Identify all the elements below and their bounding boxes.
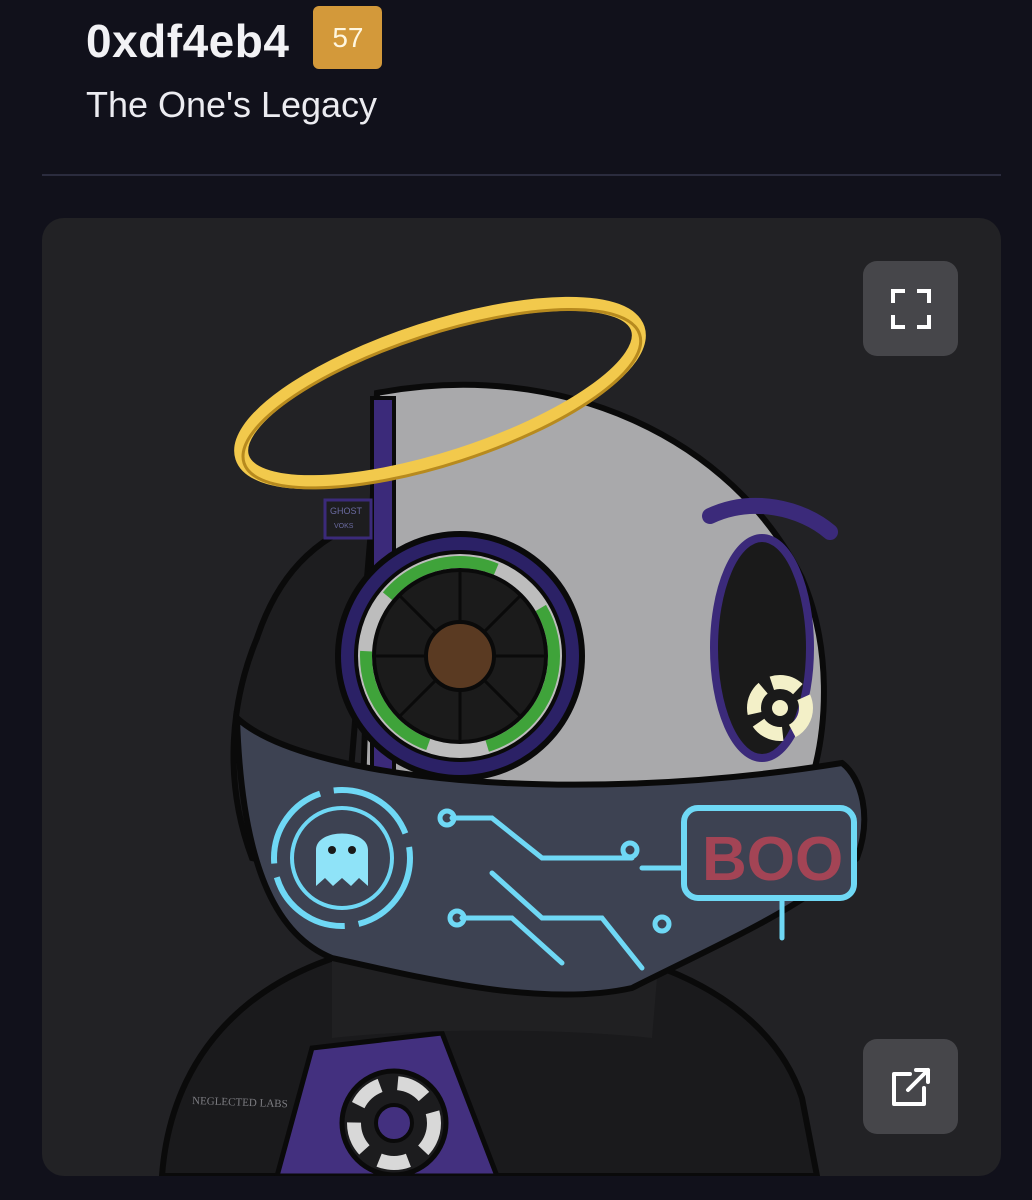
external-link-icon xyxy=(891,1067,930,1106)
fullscreen-icon xyxy=(890,288,931,329)
open-external-button[interactable] xyxy=(863,1039,958,1134)
collection-subtitle[interactable]: The One's Legacy xyxy=(86,84,377,126)
ear-subtext: VOKS xyxy=(334,523,354,530)
fullscreen-button[interactable] xyxy=(863,261,958,356)
divider xyxy=(42,174,1001,176)
artwork-card: NEGLECTED LABS GHOST VOKS BOO xyxy=(42,218,1001,1176)
page-title: 0xdf4eb4 xyxy=(86,14,290,67)
lens-center xyxy=(424,620,496,692)
mask-text: BOO xyxy=(702,825,843,894)
nft-artwork[interactable]: NEGLECTED LABS GHOST VOKS BOO xyxy=(42,218,1001,1176)
header-title-row: 0xdf4eb4 57 xyxy=(86,6,383,69)
count-badge: 57 xyxy=(313,6,383,69)
ear-text: GHOST xyxy=(330,506,363,516)
